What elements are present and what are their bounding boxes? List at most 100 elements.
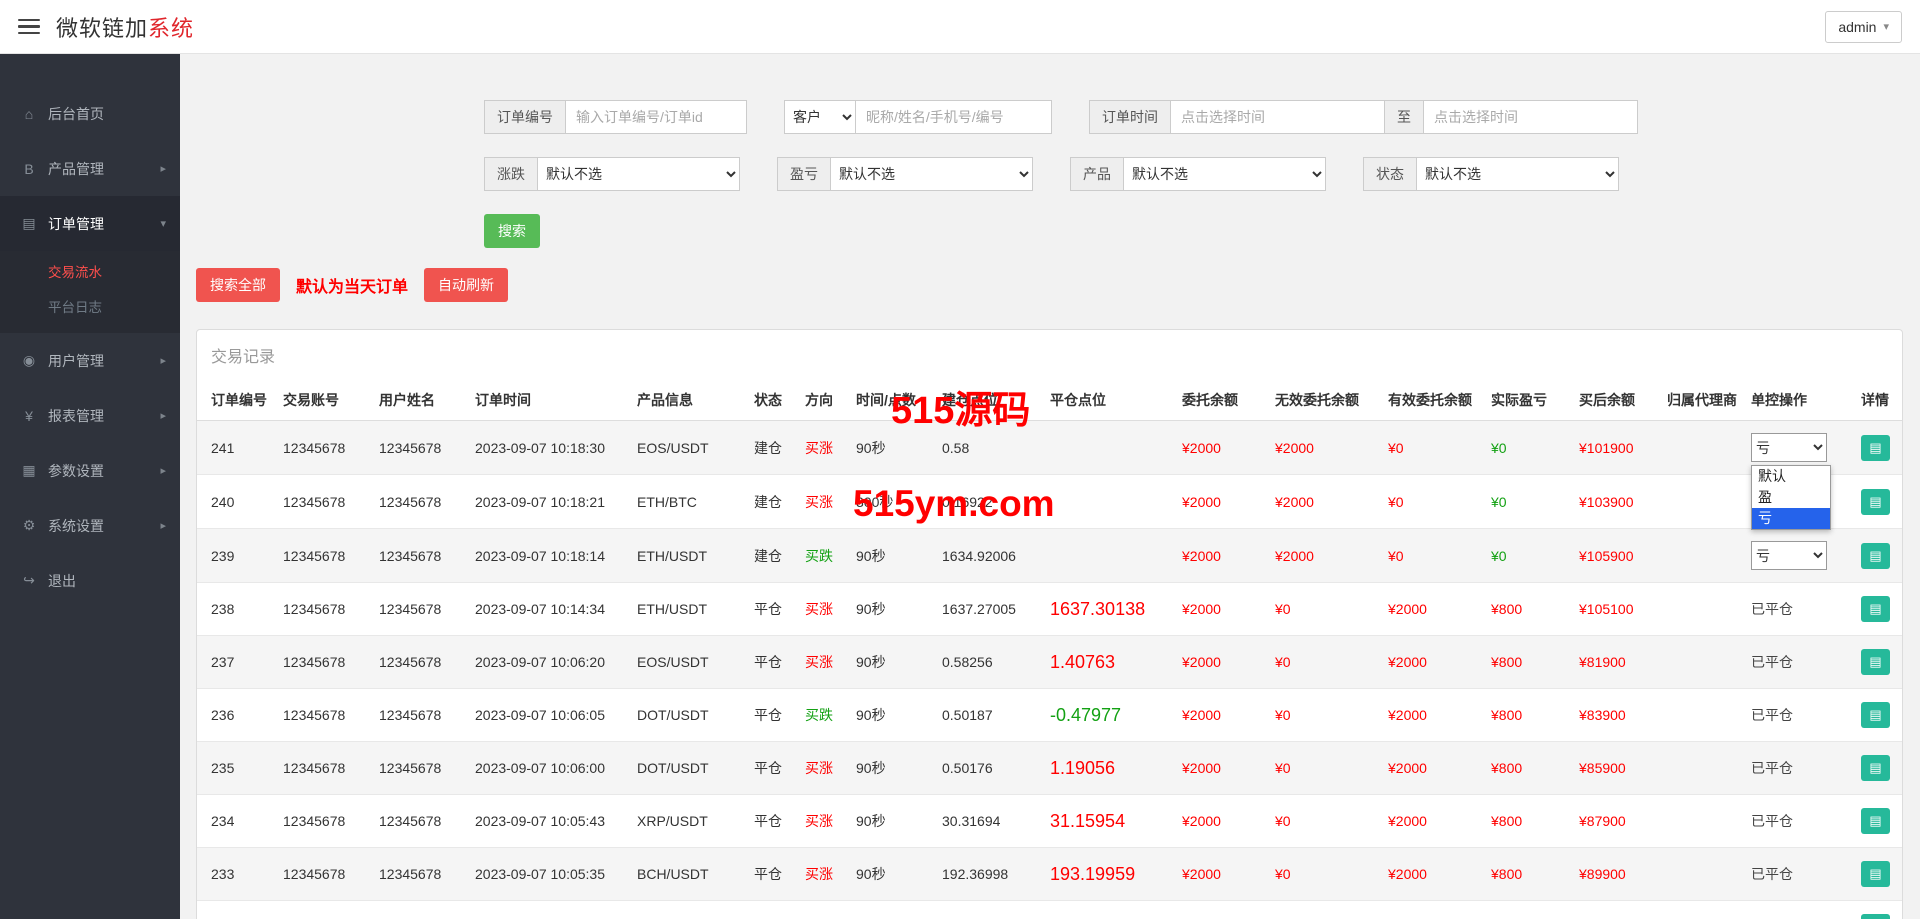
cell-account: 12345678 xyxy=(275,421,371,475)
cell-username: 12345678 xyxy=(371,848,467,901)
order-no-input[interactable] xyxy=(566,100,747,134)
cell-valid-entrust: ¥0 xyxy=(1380,475,1483,529)
dropdown-option[interactable]: 默认 xyxy=(1752,466,1830,487)
sidebar-item-dashboard[interactable]: ⌂后台首页 xyxy=(0,86,180,141)
table-body: 24112345678123456782023-09-07 10:18:30EO… xyxy=(197,421,1902,919)
dropdown-option[interactable]: 亏 xyxy=(1752,508,1830,529)
detail-button[interactable]: ▤ xyxy=(1861,861,1890,887)
time-from-input[interactable] xyxy=(1171,100,1385,134)
cell-detail: ▤ xyxy=(1853,583,1902,636)
detail-button[interactable]: ▤ xyxy=(1861,489,1890,515)
sidebar-item-report[interactable]: ¥ 报表管理▸ xyxy=(0,388,180,443)
sidebar-menu: ⌂后台首页B产品管理▸▤订单管理▾ 交易流水平台日志 ◉用户管理▸ ¥ 报表管理▸ ▦参数… xyxy=(0,54,180,608)
table-row: 23212345678123456782023-09-07 10:05:25BT… xyxy=(197,901,1902,919)
sidebar-subitem-trade-flow[interactable]: 交易流水 xyxy=(0,255,180,290)
report-icon: ¥ xyxy=(20,408,38,424)
detail-button[interactable]: ▤ xyxy=(1861,596,1890,622)
time-to-input[interactable] xyxy=(1424,100,1638,134)
cell-open-price: 1637.27005 xyxy=(934,583,1042,636)
cell-points: 90秒 xyxy=(848,901,934,919)
control-select[interactable]: 默认盈亏 xyxy=(1751,541,1827,570)
sidebar-item-system[interactable]: ⚙系统设置▸ xyxy=(0,498,180,553)
filter-area: 订单编号 客户 订单时间 至 涨跌 默认不选 盈亏 默认不选 xyxy=(484,100,1920,191)
sidebar-item-label: 报表管理 xyxy=(48,406,160,426)
column-header-14: 买后余额 xyxy=(1571,380,1659,421)
sidebar-item-user[interactable]: ◉用户管理▸ xyxy=(0,333,180,388)
cell-close-price: 193.19959 xyxy=(1042,848,1174,901)
cell-direction: 买跌 xyxy=(797,689,848,742)
cell-entrust-balance: ¥2000 xyxy=(1174,901,1267,919)
cell-detail: ▤ xyxy=(1853,742,1902,795)
cell-control: 已平仓 xyxy=(1743,583,1853,636)
cell-status: 建仓 xyxy=(746,475,797,529)
sidebar-item-logout[interactable]: ↪退出 xyxy=(0,553,180,608)
cell-control: 已平仓 xyxy=(1743,689,1853,742)
cell-close-price: 25752.08774 xyxy=(1042,901,1174,919)
status-select[interactable]: 默认不选 xyxy=(1417,157,1619,191)
search-button[interactable]: 搜索 xyxy=(484,214,540,248)
cell-after-balance: ¥83900 xyxy=(1571,689,1659,742)
cell-product: DOT/USDT xyxy=(629,689,746,742)
updown-select[interactable]: 默认不选 xyxy=(538,157,740,191)
detail-button[interactable]: ▤ xyxy=(1861,702,1890,728)
admin-dropdown[interactable]: admin ▾ xyxy=(1825,11,1902,43)
cell-invalid-entrust: ¥0 xyxy=(1267,689,1380,742)
sidebar-subitem-platform-log[interactable]: 平台日志 xyxy=(0,290,180,325)
column-header-17: 详情 xyxy=(1853,380,1902,421)
cell-username: 12345678 xyxy=(371,421,467,475)
cell-account: 12345678 xyxy=(275,689,371,742)
product-label: 产品 xyxy=(1070,157,1124,191)
chevron-icon: ▸ xyxy=(160,409,166,422)
cell-agent xyxy=(1659,901,1743,919)
search-all-button[interactable]: 搜索全部 xyxy=(196,268,280,302)
updown-filter: 涨跌 默认不选 xyxy=(484,157,740,191)
cell-account: 12345678 xyxy=(275,742,371,795)
cell-detail: ▤ xyxy=(1853,901,1902,919)
cell-username: 12345678 xyxy=(371,795,467,848)
cell-order-id: 239 xyxy=(197,529,275,583)
cell-close-price: 31.15954 xyxy=(1042,795,1174,848)
menu-toggle-icon[interactable] xyxy=(18,19,40,35)
system-icon: ⚙ xyxy=(20,517,38,534)
table-row: 23812345678123456782023-09-07 10:14:34ET… xyxy=(197,583,1902,636)
customer-input[interactable] xyxy=(856,100,1052,134)
column-header-2: 用户姓名 xyxy=(371,380,467,421)
detail-button[interactable]: ▤ xyxy=(1861,649,1890,675)
dropdown-option[interactable]: 盈 xyxy=(1752,487,1830,508)
cell-profit: ¥800 xyxy=(1483,795,1571,848)
cell-detail: ▤ xyxy=(1853,795,1902,848)
cell-invalid-entrust: ¥2000 xyxy=(1267,475,1380,529)
table-row: 24112345678123456782023-09-07 10:18:30EO… xyxy=(197,421,1902,475)
product-select[interactable]: 默认不选 xyxy=(1124,157,1326,191)
detail-button[interactable]: ▤ xyxy=(1861,435,1890,461)
sidebar-item-order[interactable]: ▤订单管理▾ xyxy=(0,196,180,251)
auto-refresh-button[interactable]: 自动刷新 xyxy=(424,268,508,302)
cell-account: 12345678 xyxy=(275,475,371,529)
sidebar-item-label: 用户管理 xyxy=(48,351,160,371)
detail-button[interactable]: ▤ xyxy=(1861,808,1890,834)
cell-after-balance: ¥85900 xyxy=(1571,742,1659,795)
sidebar-item-product[interactable]: B产品管理▸ xyxy=(0,141,180,196)
detail-button[interactable]: ▤ xyxy=(1861,914,1890,919)
sidebar-item-label: 参数设置 xyxy=(48,461,160,481)
cell-invalid-entrust: ¥2000 xyxy=(1267,529,1380,583)
cell-close-price: 1637.30138 xyxy=(1042,583,1174,636)
cell-status: 平仓 xyxy=(746,583,797,636)
sidebar-item-params[interactable]: ▦参数设置▸ xyxy=(0,443,180,498)
updown-label: 涨跌 xyxy=(484,157,538,191)
profit-select[interactable]: 默认不选 xyxy=(831,157,1033,191)
cell-direction: 买涨 xyxy=(797,795,848,848)
cell-open-price: 0.50187 xyxy=(934,689,1042,742)
detail-icon: ▤ xyxy=(1869,813,1881,829)
detail-button[interactable]: ▤ xyxy=(1861,755,1890,781)
control-select[interactable]: 默认盈亏 xyxy=(1751,433,1827,462)
status-filter: 状态 默认不选 xyxy=(1363,157,1619,191)
cell-detail: ▤ xyxy=(1853,636,1902,689)
cell-valid-entrust: ¥2000 xyxy=(1380,795,1483,848)
cell-order-id: 238 xyxy=(197,583,275,636)
cell-order-id: 237 xyxy=(197,636,275,689)
detail-button[interactable]: ▤ xyxy=(1861,543,1890,569)
cell-entrust-balance: ¥2000 xyxy=(1174,421,1267,475)
customer-type-select[interactable]: 客户 xyxy=(784,100,856,134)
table-row: 23712345678123456782023-09-07 10:06:20EO… xyxy=(197,636,1902,689)
